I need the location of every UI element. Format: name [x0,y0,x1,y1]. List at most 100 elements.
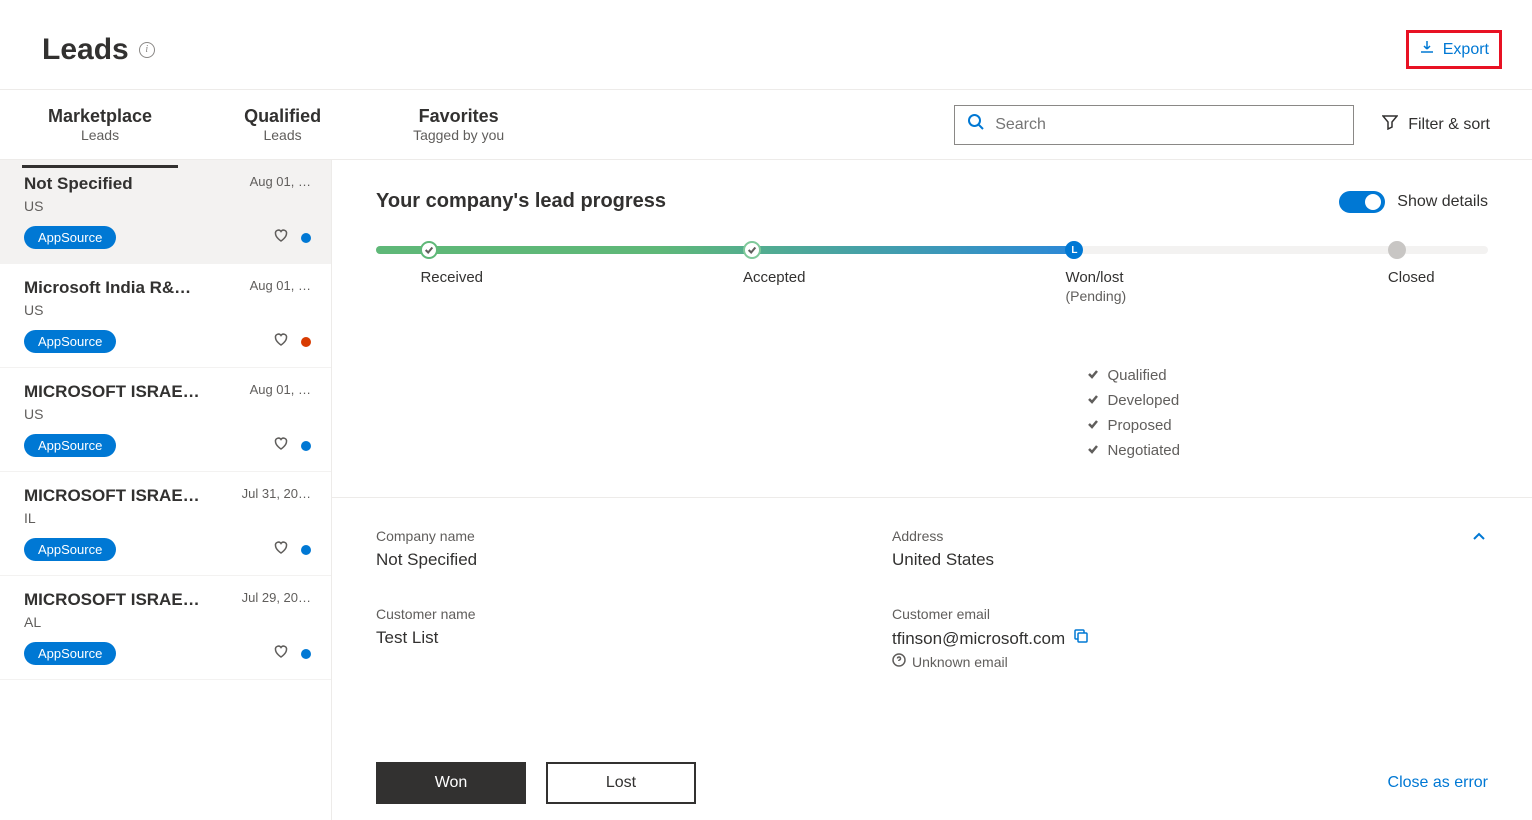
lead-item[interactable]: MICROSOFT ISRAE… Jul 31, 20… IL AppSourc… [0,472,331,576]
lead-item[interactable]: MICROSOFT ISRAE… Jul 29, 20… AL AppSourc… [0,576,331,680]
detail-section: Company name Not Specified Address Unite… [332,498,1532,746]
check-icon [1087,367,1099,384]
show-details-toggle[interactable] [1339,191,1385,213]
close-as-error-link[interactable]: Close as error [1388,774,1488,792]
filter-sort-label: Filter & sort [1408,116,1490,134]
toggle-label: Show details [1397,193,1488,211]
status-dot [301,649,311,659]
funnel-icon [1382,114,1398,135]
lead-date: Aug 01, … [250,174,311,189]
search-icon [967,113,985,136]
lead-name: Not Specified [24,174,133,194]
customer-email-label: Customer email [892,606,1408,622]
lead-date: Aug 01, … [250,278,311,293]
copy-icon[interactable] [1073,628,1089,649]
lead-name: MICROSOFT ISRAE… [24,590,200,610]
toggle-knob [1365,194,1381,210]
address-value: United States [892,550,1408,570]
favorite-icon[interactable] [273,227,289,248]
stage-label-closed: Closed [1388,269,1435,286]
collapse-section-icon[interactable] [1470,533,1488,550]
question-icon [892,653,906,670]
progress-node-wonlost[interactable]: L [1065,241,1083,259]
customer-email-value: tfinson@microsoft.com [892,629,1065,649]
progress-node-accepted[interactable] [743,241,761,259]
source-badge: AppSource [24,226,116,249]
lead-item[interactable]: Microsoft India R&… Aug 01, … US AppSour… [0,264,331,368]
source-badge: AppSource [24,538,116,561]
lead-item[interactable]: Not Specified Aug 01, … US AppSource [0,160,331,264]
favorite-icon[interactable] [273,331,289,352]
export-label: Export [1443,41,1489,59]
info-icon[interactable]: i [139,42,155,58]
status-dot [301,233,311,243]
page-header: Leads i Export [0,0,1532,90]
lead-date: Aug 01, … [250,382,311,397]
export-button[interactable]: Export [1419,39,1489,60]
export-highlight: Export [1406,30,1502,69]
company-name-value: Not Specified [376,550,892,570]
lead-date: Jul 31, 20… [242,486,311,501]
tab-label: Favorites [419,106,499,127]
lead-location: US [24,302,311,318]
source-badge: AppSource [24,434,116,457]
tab-favorites[interactable]: Favorites Tagged by you [407,96,510,153]
tab-qualified[interactable]: Qualified Leads [238,96,327,153]
address-label: Address [892,528,1408,544]
progress-bar: L [376,243,1488,257]
favorite-icon[interactable] [273,643,289,664]
email-warning: Unknown email [892,653,1408,670]
won-button[interactable]: Won [376,762,526,804]
checklist-item: Negotiated [1087,442,1488,459]
check-icon [1087,417,1099,434]
lead-detail-panel: Your company's lead progress Show detail… [332,160,1532,820]
favorite-icon[interactable] [273,539,289,560]
lead-location: US [24,406,311,422]
tab-bar: Marketplace Leads Qualified Leads Favori… [0,90,1532,160]
checklist-item: Proposed [1087,417,1488,434]
search-input[interactable] [995,116,1341,134]
customer-name-value: Test List [376,628,892,648]
page-title: Leads [42,33,129,67]
check-icon [1087,442,1099,459]
tab-sub: Tagged by you [413,127,504,143]
lead-location: AL [24,614,311,630]
checklist-item: Developed [1087,392,1488,409]
stage-label-accepted: Accepted [743,269,806,286]
progress-node-received[interactable] [420,241,438,259]
tab-marketplace[interactable]: Marketplace Leads [42,96,158,153]
stage-label-wonlost: Won/lost (Pending) [1065,269,1126,304]
source-badge: AppSource [24,642,116,665]
tab-label: Marketplace [48,106,152,127]
tab-label: Qualified [244,106,321,127]
lead-name: Microsoft India R&… [24,278,191,298]
action-bar: Won Lost Close as error [332,746,1532,820]
lead-location: IL [24,510,311,526]
status-dot [301,545,311,555]
leads-sidebar[interactable]: Not Specified Aug 01, … US AppSource Mic… [0,160,332,820]
progress-title: Your company's lead progress [376,190,666,213]
status-dot [301,441,311,451]
company-name-label: Company name [376,528,892,544]
source-badge: AppSource [24,330,116,353]
tab-sub: Leads [263,127,301,143]
favorite-icon[interactable] [273,435,289,456]
check-icon [1087,392,1099,409]
status-dot [301,337,311,347]
customer-name-label: Customer name [376,606,892,622]
lead-name: MICROSOFT ISRAE… [24,382,200,402]
tab-sub: Leads [81,127,119,143]
lost-button[interactable]: Lost [546,762,696,804]
download-icon [1419,39,1435,60]
lead-location: US [24,198,311,214]
lead-item[interactable]: MICROSOFT ISRAE… Aug 01, … US AppSource [0,368,331,472]
filter-sort-button[interactable]: Filter & sort [1382,114,1490,135]
stage-checklist: Qualified Developed Proposed Negotiated [1065,367,1488,459]
lead-name: MICROSOFT ISRAE… [24,486,200,506]
checklist-item: Qualified [1087,367,1488,384]
progress-section: Your company's lead progress Show detail… [332,160,1532,498]
progress-node-closed[interactable] [1388,241,1406,259]
stage-label-received: Received [420,269,483,286]
lead-date: Jul 29, 20… [242,590,311,605]
search-box[interactable] [954,105,1354,145]
